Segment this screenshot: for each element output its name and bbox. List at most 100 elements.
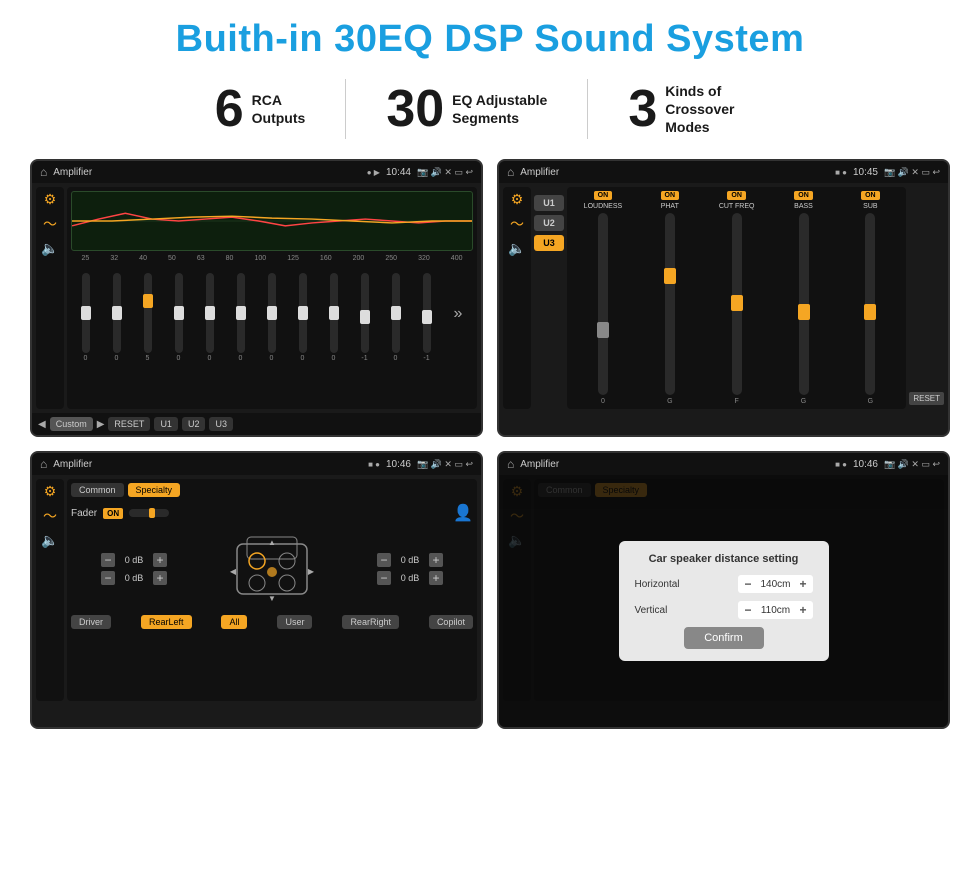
- eq-freq-160: 160: [320, 255, 332, 262]
- eq-slider-11[interactable]: 0: [392, 273, 400, 362]
- mixer-status-bar: ⌂ Amplifier ■ ● 10:45 📷 🔊 ✕ ▭ ↩: [499, 161, 948, 183]
- phat-slider[interactable]: [665, 213, 675, 395]
- dialog-status-bar: ⌂ Amplifier ■ ● 10:46 📷 🔊 ✕ ▭ ↩: [499, 453, 948, 475]
- sub-slider[interactable]: [865, 213, 875, 395]
- fader-home-icon[interactable]: ⌂: [40, 457, 47, 471]
- btn-all[interactable]: All: [221, 615, 247, 629]
- eq-u2-btn[interactable]: U2: [182, 417, 206, 431]
- btn-copilot[interactable]: Copilot: [429, 615, 473, 629]
- eq-freq-400: 400: [451, 255, 463, 262]
- btn-rearleft[interactable]: RearLeft: [141, 615, 192, 629]
- preset-u2[interactable]: U2: [534, 215, 564, 231]
- tab-common[interactable]: Common: [71, 483, 124, 497]
- sub-on[interactable]: ON: [861, 191, 880, 200]
- eq-prev-arrow[interactable]: ◀: [38, 419, 46, 430]
- fader-status-bar: ⌂ Amplifier ■ ● 10:46 📷 🔊 ✕ ▭ ↩: [32, 453, 481, 475]
- mixer-filter-icon[interactable]: ⚙: [505, 191, 529, 208]
- dialog-vertical-plus[interactable]: +: [799, 603, 806, 617]
- eq-reset-btn[interactable]: RESET: [108, 417, 150, 431]
- eq-filter-icon[interactable]: ⚙: [38, 191, 62, 208]
- mixer-wave-icon[interactable]: 〜: [505, 214, 529, 234]
- fader-time: 10:46: [386, 459, 411, 470]
- fader-wave-icon[interactable]: 〜: [38, 506, 62, 526]
- db-plus-fr[interactable]: +: [429, 553, 443, 567]
- eq-next-arrow[interactable]: ▶: [97, 419, 105, 430]
- mixer-reset-btn[interactable]: RESET: [909, 392, 944, 405]
- phat-label: PHAT: [661, 203, 679, 210]
- eq-home-icon[interactable]: ⌂: [40, 165, 47, 179]
- sub-val: G: [868, 398, 873, 405]
- channel-phat: ON PHAT G: [638, 191, 702, 405]
- confirm-button[interactable]: Confirm: [684, 627, 764, 649]
- dialog-box: Car speaker distance setting Horizontal …: [619, 541, 829, 661]
- preset-u1[interactable]: U1: [534, 195, 564, 211]
- eq-slider-4[interactable]: 0: [175, 273, 183, 362]
- eq-speaker-icon[interactable]: 🔈: [38, 240, 62, 257]
- eq-slider-9[interactable]: 0: [330, 273, 338, 362]
- eq-u3-btn[interactable]: U3: [209, 417, 233, 431]
- btn-user[interactable]: User: [277, 615, 312, 629]
- dialog-horizontal-label: Horizontal: [635, 579, 695, 590]
- mixer-presets: U1 U2 U3: [534, 187, 564, 409]
- db-plus-rr[interactable]: +: [429, 571, 443, 585]
- bass-slider[interactable]: [799, 213, 809, 395]
- db-minus-fr[interactable]: −: [377, 553, 391, 567]
- eq-bottom-bar: ◀ Custom ▶ RESET U1 U2 U3: [32, 413, 481, 435]
- phat-on[interactable]: ON: [661, 191, 680, 200]
- cutfreq-slider[interactable]: [732, 213, 742, 395]
- loudness-on[interactable]: ON: [594, 191, 613, 200]
- db-plus-rl[interactable]: +: [153, 571, 167, 585]
- fader-profile-icon[interactable]: 👤: [453, 503, 473, 523]
- fader-on-badge[interactable]: ON: [103, 508, 123, 519]
- fader-h-slider[interactable]: [129, 509, 169, 517]
- mixer-speaker-icon[interactable]: 🔈: [505, 240, 529, 257]
- eq-slider-5[interactable]: 0: [206, 273, 214, 362]
- stat-label-rca: RCAOutputs: [252, 91, 306, 127]
- dialog-horizontal-minus[interactable]: −: [744, 577, 751, 591]
- eq-slider-6[interactable]: 0: [237, 273, 245, 362]
- phat-val: G: [667, 398, 672, 405]
- db-minus-fl[interactable]: −: [101, 553, 115, 567]
- eq-slider-1[interactable]: 0: [82, 273, 90, 362]
- fader-filter-icon[interactable]: ⚙: [38, 483, 62, 500]
- dialog-status-icons: 📷 🔊 ✕ ▭ ↩: [884, 459, 940, 470]
- eq-wave-icon[interactable]: 〜: [38, 214, 62, 234]
- loudness-slider[interactable]: [598, 213, 608, 395]
- page-wrapper: Buith-in 30EQ DSP Sound System 6 RCAOutp…: [0, 0, 980, 881]
- dialog-horizontal-control: − 140cm +: [738, 575, 812, 593]
- btn-rearright[interactable]: RearRight: [342, 615, 399, 629]
- bass-on[interactable]: ON: [794, 191, 813, 200]
- dialog-vertical-value: 110cm: [755, 605, 795, 616]
- eq-freq-25: 25: [82, 255, 90, 262]
- fader-vol-icon[interactable]: 🔈: [38, 532, 62, 549]
- mixer-content: ⚙ 〜 🔈 U1 U2 U3 ON LOUDNESS: [499, 183, 948, 413]
- db-value-rr: 0 dB: [395, 573, 425, 583]
- screen-dialog: ⌂ Amplifier ■ ● 10:46 📷 🔊 ✕ ▭ ↩ ⚙ 〜 🔈 Co…: [497, 451, 950, 729]
- db-minus-rl[interactable]: −: [101, 571, 115, 585]
- db-control-rl: − 0 dB +: [101, 571, 167, 585]
- stat-number-eq: 30: [386, 83, 444, 135]
- dialog-vertical-minus[interactable]: −: [744, 603, 751, 617]
- eq-freq-320: 320: [418, 255, 430, 262]
- eq-slider-7[interactable]: 0: [268, 273, 276, 362]
- eq-slider-10[interactable]: -1: [361, 273, 369, 362]
- db-plus-fl[interactable]: +: [153, 553, 167, 567]
- tab-specialty[interactable]: Specialty: [128, 483, 181, 497]
- eq-slider-3[interactable]: 5: [144, 273, 152, 362]
- db-control-rr: − 0 dB +: [377, 571, 443, 585]
- eq-u1-btn[interactable]: U1: [154, 417, 178, 431]
- dialog-overlay: Car speaker distance setting Horizontal …: [499, 475, 948, 727]
- eq-slider-2[interactable]: 0: [113, 273, 121, 362]
- eq-slider-12[interactable]: -1: [423, 273, 431, 362]
- eq-custom-btn[interactable]: Custom: [50, 417, 93, 431]
- db-minus-rr[interactable]: −: [377, 571, 391, 585]
- mixer-home-icon[interactable]: ⌂: [507, 165, 514, 179]
- eq-slider-8[interactable]: 0: [299, 273, 307, 362]
- preset-u3[interactable]: U3: [534, 235, 564, 251]
- fader-left-controls: − 0 dB + − 0 dB +: [101, 553, 167, 585]
- dialog-horizontal-plus[interactable]: +: [799, 577, 806, 591]
- cutfreq-on[interactable]: ON: [727, 191, 746, 200]
- btn-driver[interactable]: Driver: [71, 615, 111, 629]
- dialog-row-horizontal: Horizontal − 140cm +: [635, 575, 813, 593]
- dialog-home-icon[interactable]: ⌂: [507, 457, 514, 471]
